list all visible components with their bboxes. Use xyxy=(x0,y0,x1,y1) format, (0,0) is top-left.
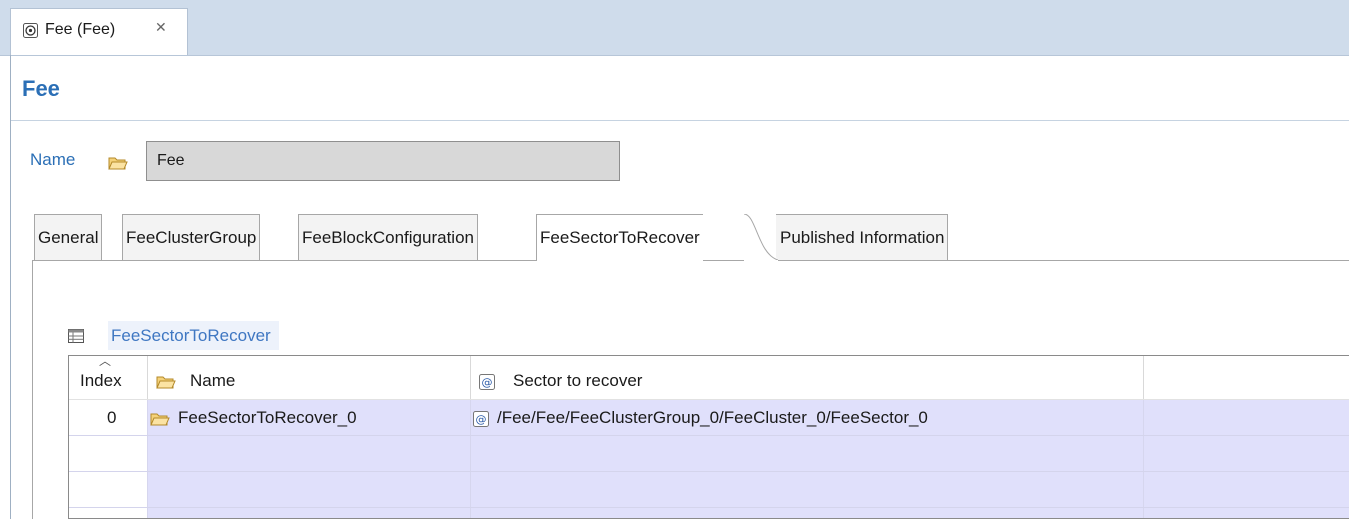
row-index-empty xyxy=(69,436,148,472)
tab-general[interactable]: General xyxy=(34,214,103,260)
table-icon xyxy=(68,329,84,343)
row-sector-cell-empty[interactable] xyxy=(471,436,1144,472)
table-header: ︿ Index Name @ Sector to recover xyxy=(69,356,1349,400)
section-title[interactable]: FeeSectorToRecover xyxy=(108,321,279,350)
folder-icon xyxy=(108,157,128,170)
column-header-name-label: Name xyxy=(190,371,236,390)
tab-published-information[interactable]: Published Information xyxy=(776,214,949,260)
name-label[interactable]: Name xyxy=(30,150,75,170)
folder-icon xyxy=(156,376,176,389)
table-row[interactable]: 0 FeeSectorToRecover_0 @ /Fee/Fee/FeeClu… xyxy=(69,400,1349,436)
row-sector-cell-empty[interactable] xyxy=(471,472,1144,508)
row-name-cell-empty[interactable] xyxy=(148,508,471,518)
sort-up-icon: ︿ xyxy=(99,355,112,368)
tab-fee-block-configuration[interactable]: FeeBlockConfiguration xyxy=(298,214,478,260)
reference-icon: @ xyxy=(479,373,495,390)
column-header-sector[interactable]: @ Sector to recover xyxy=(471,356,1144,399)
table-row-empty[interactable] xyxy=(69,472,1349,508)
sectors-table: ︿ Index Name @ Sector to recover 0 FeeSe… xyxy=(68,355,1349,519)
row-filler-cell-empty xyxy=(1144,436,1349,472)
table-row-empty[interactable] xyxy=(69,436,1349,472)
row-sector: /Fee/Fee/FeeClusterGroup_0/FeeCluster_0/… xyxy=(497,408,928,427)
row-name: FeeSectorToRecover_0 xyxy=(178,408,357,427)
row-filler-cell-empty xyxy=(1144,508,1349,518)
folder-icon xyxy=(150,413,170,426)
table-row-empty[interactable] xyxy=(69,508,1349,518)
reference-icon: @ xyxy=(473,410,489,427)
editor-tab-title: Fee (Fee) xyxy=(45,21,116,38)
tab-fee-cluster-group[interactable]: FeeClusterGroup xyxy=(122,214,261,260)
row-filler-cell xyxy=(1144,400,1349,436)
column-header-filler xyxy=(1144,356,1349,399)
editor-icon xyxy=(23,23,38,38)
column-header-index[interactable]: ︿ Index xyxy=(69,356,148,399)
row-index: 0 xyxy=(69,400,148,436)
editor-tab-strip xyxy=(0,0,1349,56)
row-sector-cell[interactable]: @ /Fee/Fee/FeeClusterGroup_0/FeeCluster_… xyxy=(471,400,1144,436)
row-name-cell[interactable]: FeeSectorToRecover_0 xyxy=(148,400,471,436)
row-sector-cell-empty[interactable] xyxy=(471,508,1144,518)
editor-tab-fee[interactable]: Fee (Fee) ✕ xyxy=(10,8,188,55)
row-name-cell-empty[interactable] xyxy=(148,472,471,508)
row-name-cell-empty[interactable] xyxy=(148,436,471,472)
column-header-name[interactable]: Name xyxy=(148,356,471,399)
row-filler-cell-empty xyxy=(1144,472,1349,508)
row-index-empty xyxy=(69,508,148,518)
svg-text:@: @ xyxy=(482,376,493,389)
editor-frame-border xyxy=(10,55,11,519)
column-header-sector-label: Sector to recover xyxy=(513,371,643,390)
close-icon[interactable]: ✕ xyxy=(155,19,167,36)
name-field[interactable]: Fee xyxy=(146,141,620,181)
page-title: Fee xyxy=(22,76,60,101)
active-tab-edge xyxy=(744,214,778,261)
row-index-empty xyxy=(69,472,148,508)
tab-fee-sector-to-recover[interactable]: FeeSectorToRecover xyxy=(536,214,703,261)
column-header-index-label: Index xyxy=(80,371,122,390)
title-separator xyxy=(11,120,1349,121)
svg-text:@: @ xyxy=(476,413,487,426)
